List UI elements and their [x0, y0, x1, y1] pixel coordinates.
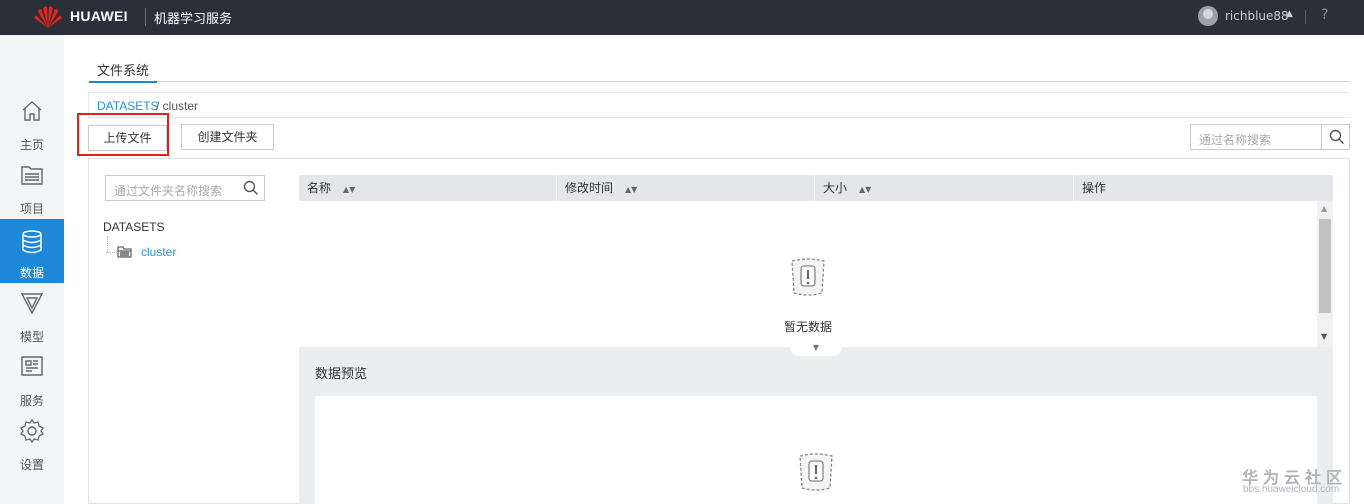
sidebar-item-home[interactable]: 主页 — [0, 99, 64, 163]
tree-item-cluster[interactable]: cluster — [141, 245, 176, 259]
search-icon[interactable] — [1329, 129, 1345, 145]
folder-search-placeholder: 通过文件夹名称搜索 — [114, 184, 223, 198]
sidebar-item-data[interactable]: 数据 — [0, 219, 64, 283]
column-label: 大小 — [823, 181, 848, 195]
folder-tree-panel: 通过文件夹名称搜索 DATASETS cluster — [88, 158, 282, 504]
watermark-url: bbs.huaweicloud.com — [1243, 484, 1340, 495]
sort-icon[interactable]: ▲▼ — [625, 185, 637, 194]
scroll-up-icon[interactable]: ▲ — [1321, 204, 1327, 213]
breadcrumb-link-datasets[interactable]: DATASETS — [97, 99, 159, 113]
highlight-box — [77, 113, 169, 156]
column-label: 名称 — [307, 181, 332, 195]
empty-data-icon — [799, 453, 833, 491]
gear-icon — [20, 419, 44, 443]
avatar[interactable] — [1198, 6, 1218, 26]
sidebar-item-project[interactable]: 项目 — [0, 163, 64, 227]
sidebar: 主页 项目 数据 模型 服务 设置 — [0, 35, 64, 504]
column-header-actions: 操作 — [1073, 175, 1333, 201]
sidebar-item-label: 设置 — [19, 458, 44, 472]
folder-icon — [117, 246, 132, 258]
empty-data-icon — [791, 258, 825, 296]
brand-divider — [145, 8, 146, 26]
help-icon[interactable]: ? — [1321, 7, 1328, 23]
preview-title: 数据预览 — [315, 367, 368, 382]
scroll-thumb[interactable] — [1319, 219, 1331, 313]
search-placeholder: 通过名称搜索 — [1199, 133, 1272, 147]
tree-connector — [107, 252, 117, 253]
database-icon — [22, 230, 42, 254]
sidebar-item-label: 服务 — [19, 394, 44, 408]
sidebar-item-label: 项目 — [19, 202, 44, 216]
top-bar: HUAWEI 机器学习服务 richblue88 ▲ ? — [0, 0, 1364, 35]
tab-file-system[interactable]: 文件系统 — [89, 58, 157, 83]
scroll-down-icon[interactable]: ▼ — [1321, 332, 1327, 341]
chevron-down-icon: ▼ — [812, 343, 820, 352]
table-header: 名称 ▲▼ 修改时间 ▲▼ 大小 ▲▼ 操作 — [299, 175, 1333, 201]
search-divider — [1321, 125, 1322, 149]
chevron-up-icon[interactable]: ▲ — [1286, 9, 1293, 19]
breadcrumb: DATASETS / cluster — [88, 92, 1350, 118]
sidebar-item-settings[interactable]: 设置 — [0, 419, 64, 483]
empty-data-text: 暂无数据 — [784, 320, 833, 334]
column-label: 修改时间 — [565, 181, 614, 195]
sidebar-item-label: 数据 — [19, 266, 44, 280]
sort-icon[interactable]: ▲▼ — [859, 185, 871, 194]
huawei-logo-icon — [34, 6, 62, 28]
home-icon — [22, 101, 42, 121]
sidebar-item-model[interactable]: 模型 — [0, 291, 64, 355]
brand-name: HUAWEI — [70, 8, 128, 24]
app-title: 机器学习服务 — [154, 12, 233, 27]
breadcrumb-current: / cluster — [156, 99, 199, 113]
project-icon — [21, 166, 43, 185]
sidebar-item-label: 模型 — [19, 330, 44, 344]
table-scrollbar[interactable]: ▲ ▼ — [1317, 201, 1333, 347]
column-header-size[interactable]: 大小 ▲▼ — [814, 175, 1073, 201]
sidebar-item-label: 主页 — [19, 138, 44, 152]
create-folder-button[interactable]: 创建文件夹 — [181, 124, 274, 150]
service-icon — [21, 356, 43, 376]
column-header-modified[interactable]: 修改时间 ▲▼ — [556, 175, 814, 201]
model-icon — [20, 293, 44, 315]
folder-search-input[interactable]: 通过文件夹名称搜索 — [105, 175, 265, 201]
sidebar-item-service[interactable]: 服务 — [0, 355, 64, 419]
tree-root-datasets[interactable]: DATASETS — [103, 220, 165, 234]
sort-icon[interactable]: ▲▼ — [343, 185, 355, 194]
collapse-toggle[interactable]: ▼ — [790, 340, 842, 356]
tree-connector — [107, 236, 108, 252]
search-icon[interactable] — [243, 180, 259, 196]
search-input[interactable]: 通过名称搜索 — [1190, 124, 1350, 150]
column-header-name[interactable]: 名称 ▲▼ — [299, 175, 556, 201]
user-menu[interactable]: richblue88 — [1225, 9, 1289, 23]
column-label: 操作 — [1082, 181, 1107, 195]
tab-underline — [88, 81, 1350, 82]
topbar-divider — [1305, 10, 1306, 24]
